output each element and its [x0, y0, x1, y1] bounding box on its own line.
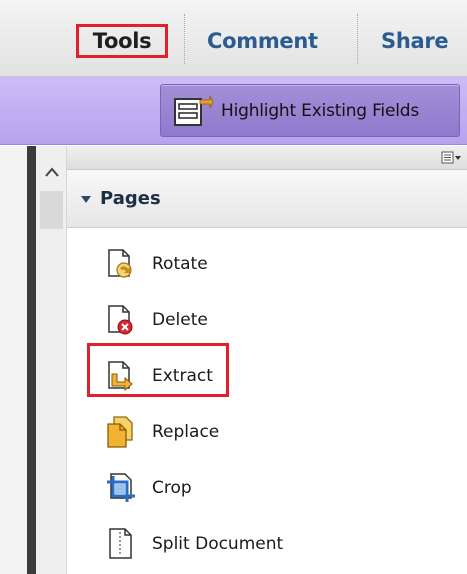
- panel-divider: [27, 146, 36, 574]
- pages-section-title: Pages: [100, 188, 161, 209]
- tool-item-label: Rotate: [152, 254, 208, 274]
- replace-page-icon: [107, 416, 133, 448]
- pages-section-header[interactable]: Pages: [67, 170, 467, 228]
- vertical-scrollbar[interactable]: [36, 146, 67, 574]
- tab-tools[interactable]: Tools: [76, 24, 168, 58]
- highlight-existing-fields-button[interactable]: Highlight Existing Fields: [160, 84, 460, 137]
- tab-separator: [184, 14, 185, 64]
- extract-annotation-highlight: [87, 343, 229, 397]
- scrollbar-thumb[interactable]: [40, 191, 63, 229]
- scroll-up-arrow-icon[interactable]: [44, 166, 60, 178]
- tool-item-split-document[interactable]: Split Document: [87, 520, 447, 568]
- split-document-icon: [109, 528, 132, 559]
- tool-item-label: Crop: [152, 478, 192, 498]
- top-tab-bar: Tools Comment Share: [0, 0, 467, 77]
- tool-item-crop[interactable]: Crop: [87, 464, 447, 512]
- tool-item-label: Split Document: [152, 534, 284, 554]
- highlight-existing-fields-label: Highlight Existing Fields: [221, 101, 419, 121]
- tab-share[interactable]: Share: [381, 24, 449, 58]
- crop-page-icon: [107, 473, 135, 502]
- tool-item-rotate[interactable]: Rotate: [87, 240, 447, 288]
- panel-options-menu-icon[interactable]: [441, 151, 463, 165]
- delete-page-icon: [108, 305, 133, 335]
- tab-separator: [357, 14, 358, 64]
- collapse-triangle-icon: [81, 196, 91, 203]
- highlight-fields-icon: [174, 96, 213, 126]
- tab-comment[interactable]: Comment: [207, 24, 318, 58]
- tool-item-replace[interactable]: Replace: [87, 408, 447, 456]
- tool-item-label: Delete: [152, 310, 208, 330]
- tool-item-label: Replace: [152, 422, 220, 442]
- panel-header: [67, 146, 467, 170]
- tool-item-delete[interactable]: Delete: [87, 296, 447, 344]
- rotate-page-icon: [108, 249, 132, 278]
- form-toolbar: Highlight Existing Fields: [0, 77, 467, 145]
- document-area-edge: [0, 146, 27, 574]
